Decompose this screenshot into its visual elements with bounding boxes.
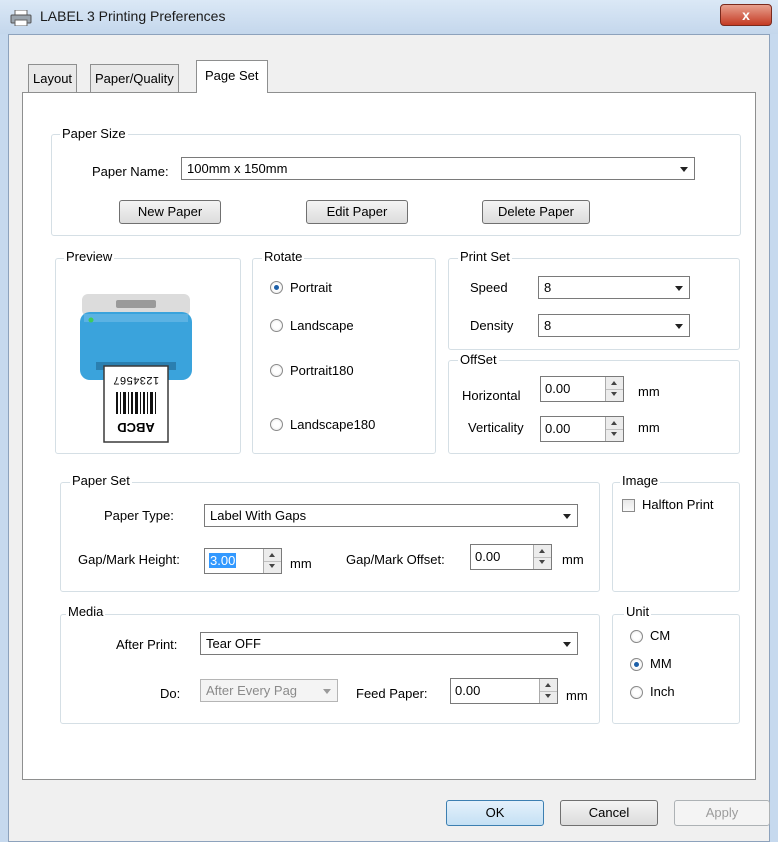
paper-name-label: Paper Name: xyxy=(92,164,169,179)
unit-inch-label: Inch xyxy=(650,684,675,699)
unit-inch-radio[interactable] xyxy=(630,686,643,699)
do-value: After Every Pag xyxy=(206,683,298,698)
density-combo[interactable]: 8 xyxy=(538,314,690,337)
verticality-offset-value: 0.00 xyxy=(545,421,571,436)
gap-mark-height-unit: mm xyxy=(290,556,312,571)
image-legend: Image xyxy=(620,473,661,488)
media-legend: Media xyxy=(66,604,106,619)
printer-icon xyxy=(10,9,32,27)
verticality-unit: mm xyxy=(638,420,660,435)
paper-name-combo[interactable]: 100mm x 150mm xyxy=(181,157,695,180)
ok-button[interactable]: OK xyxy=(446,800,544,826)
chevron-down-icon xyxy=(675,286,683,291)
spin-down-icon[interactable] xyxy=(540,691,557,703)
gap-mark-height-spinner[interactable]: 3.00 xyxy=(204,548,282,574)
after-print-value: Tear OFF xyxy=(206,636,261,651)
rotate-landscape-radio[interactable] xyxy=(270,319,283,332)
verticality-offset-spinner[interactable]: 0.00 xyxy=(540,416,624,442)
unit-legend: Unit xyxy=(624,604,652,619)
rotate-portrait-radio[interactable] xyxy=(270,281,283,294)
gap-mark-offset-label: Gap/Mark Offset: xyxy=(346,552,445,567)
gap-mark-height-value: 3.00 xyxy=(209,553,237,568)
spin-down-icon[interactable] xyxy=(606,389,623,401)
paper-type-value: Label With Gaps xyxy=(210,508,307,523)
horizontal-offset-spinner[interactable]: 0.00 xyxy=(540,376,624,402)
preview-label-letters: ABCD xyxy=(117,420,155,435)
chevron-down-icon xyxy=(563,514,571,519)
paper-name-value: 100mm x 150mm xyxy=(187,161,288,176)
after-print-combo[interactable]: Tear OFF xyxy=(200,632,578,655)
do-label: Do: xyxy=(160,686,181,701)
media-group xyxy=(60,614,600,724)
speed-value: 8 xyxy=(544,280,552,295)
feed-paper-unit: mm xyxy=(566,688,588,703)
unit-mm-label: MM xyxy=(650,656,672,671)
gap-mark-offset-spinner[interactable]: 0.00 xyxy=(470,544,552,570)
paper-type-combo[interactable]: Label With Gaps xyxy=(204,504,578,527)
horizontal-unit: mm xyxy=(638,384,660,399)
rotate-landscape-label: Landscape xyxy=(290,318,354,333)
printer-preview-image: 1234567 ABCD xyxy=(80,292,192,444)
delete-paper-button[interactable]: Delete Paper xyxy=(482,200,590,224)
paper-set-legend: Paper Set xyxy=(70,473,132,488)
density-value: 8 xyxy=(544,318,552,333)
spinner-buttons[interactable] xyxy=(605,377,623,401)
chevron-down-icon xyxy=(563,642,571,647)
chevron-down-icon xyxy=(323,689,331,694)
paper-set-group xyxy=(60,482,600,592)
after-print-label: After Print: xyxy=(116,637,178,652)
cancel-button[interactable]: Cancel xyxy=(560,800,658,826)
spinner-buttons[interactable] xyxy=(533,545,551,569)
spin-down-icon[interactable] xyxy=(264,561,281,573)
gap-mark-offset-value: 0.00 xyxy=(475,549,501,564)
do-combo[interactable]: After Every Pag xyxy=(200,679,338,702)
close-button[interactable]: x xyxy=(720,4,772,26)
feed-paper-spinner[interactable]: 0.00 xyxy=(450,678,558,704)
spinner-buttons[interactable] xyxy=(605,417,623,441)
close-icon: x xyxy=(742,7,750,23)
speed-combo[interactable]: 8 xyxy=(538,276,690,299)
spin-down-icon[interactable] xyxy=(534,557,551,569)
tab-paper-quality[interactable]: Paper/Quality xyxy=(90,64,179,92)
paper-size-legend: Paper Size xyxy=(60,126,128,141)
rotate-portrait180-radio[interactable] xyxy=(270,364,283,377)
unit-mm-radio[interactable] xyxy=(630,658,643,671)
spinner-buttons[interactable] xyxy=(263,549,281,573)
preview-legend: Preview xyxy=(64,249,115,264)
edit-paper-button[interactable]: Edit Paper xyxy=(306,200,408,224)
horizontal-offset-value: 0.00 xyxy=(545,381,571,396)
new-paper-button[interactable]: New Paper xyxy=(119,200,221,224)
offset-legend: OffSet xyxy=(458,352,499,367)
horizontal-label: Horizontal xyxy=(462,388,521,403)
rotate-portrait180-label: Portrait180 xyxy=(290,363,354,378)
feed-paper-label: Feed Paper: xyxy=(356,686,428,701)
print-set-legend: Print Set xyxy=(458,249,512,264)
gap-mark-offset-unit: mm xyxy=(562,552,584,567)
rotate-landscape180-label: Landscape180 xyxy=(290,417,376,432)
unit-cm-radio[interactable] xyxy=(630,630,643,643)
rotate-legend: Rotate xyxy=(262,249,305,264)
preview-label-digits: 1234567 xyxy=(112,374,160,386)
speed-label: Speed xyxy=(470,280,508,295)
halfton-print-checkbox[interactable] xyxy=(622,499,635,512)
spin-down-icon[interactable] xyxy=(606,429,623,441)
spinner-buttons[interactable] xyxy=(539,679,557,703)
halfton-print-label: Halfton Print xyxy=(642,497,714,512)
chevron-down-icon xyxy=(680,167,688,172)
tab-page-set[interactable]: Page Set xyxy=(196,60,268,93)
window-title: LABEL 3 Printing Preferences xyxy=(40,8,226,24)
rotate-portrait-label: Portrait xyxy=(290,280,332,295)
feed-paper-value: 0.00 xyxy=(455,683,481,698)
density-label: Density xyxy=(470,318,514,333)
tab-layout[interactable]: Layout xyxy=(28,64,78,92)
unit-cm-label: CM xyxy=(650,628,671,643)
verticality-label: Verticality xyxy=(468,420,524,435)
paper-type-label: Paper Type: xyxy=(104,508,174,523)
apply-button[interactable]: Apply xyxy=(674,800,770,826)
rotate-landscape180-radio[interactable] xyxy=(270,418,283,431)
chevron-down-icon xyxy=(675,324,683,329)
gap-mark-height-label: Gap/Mark Height: xyxy=(78,552,180,567)
